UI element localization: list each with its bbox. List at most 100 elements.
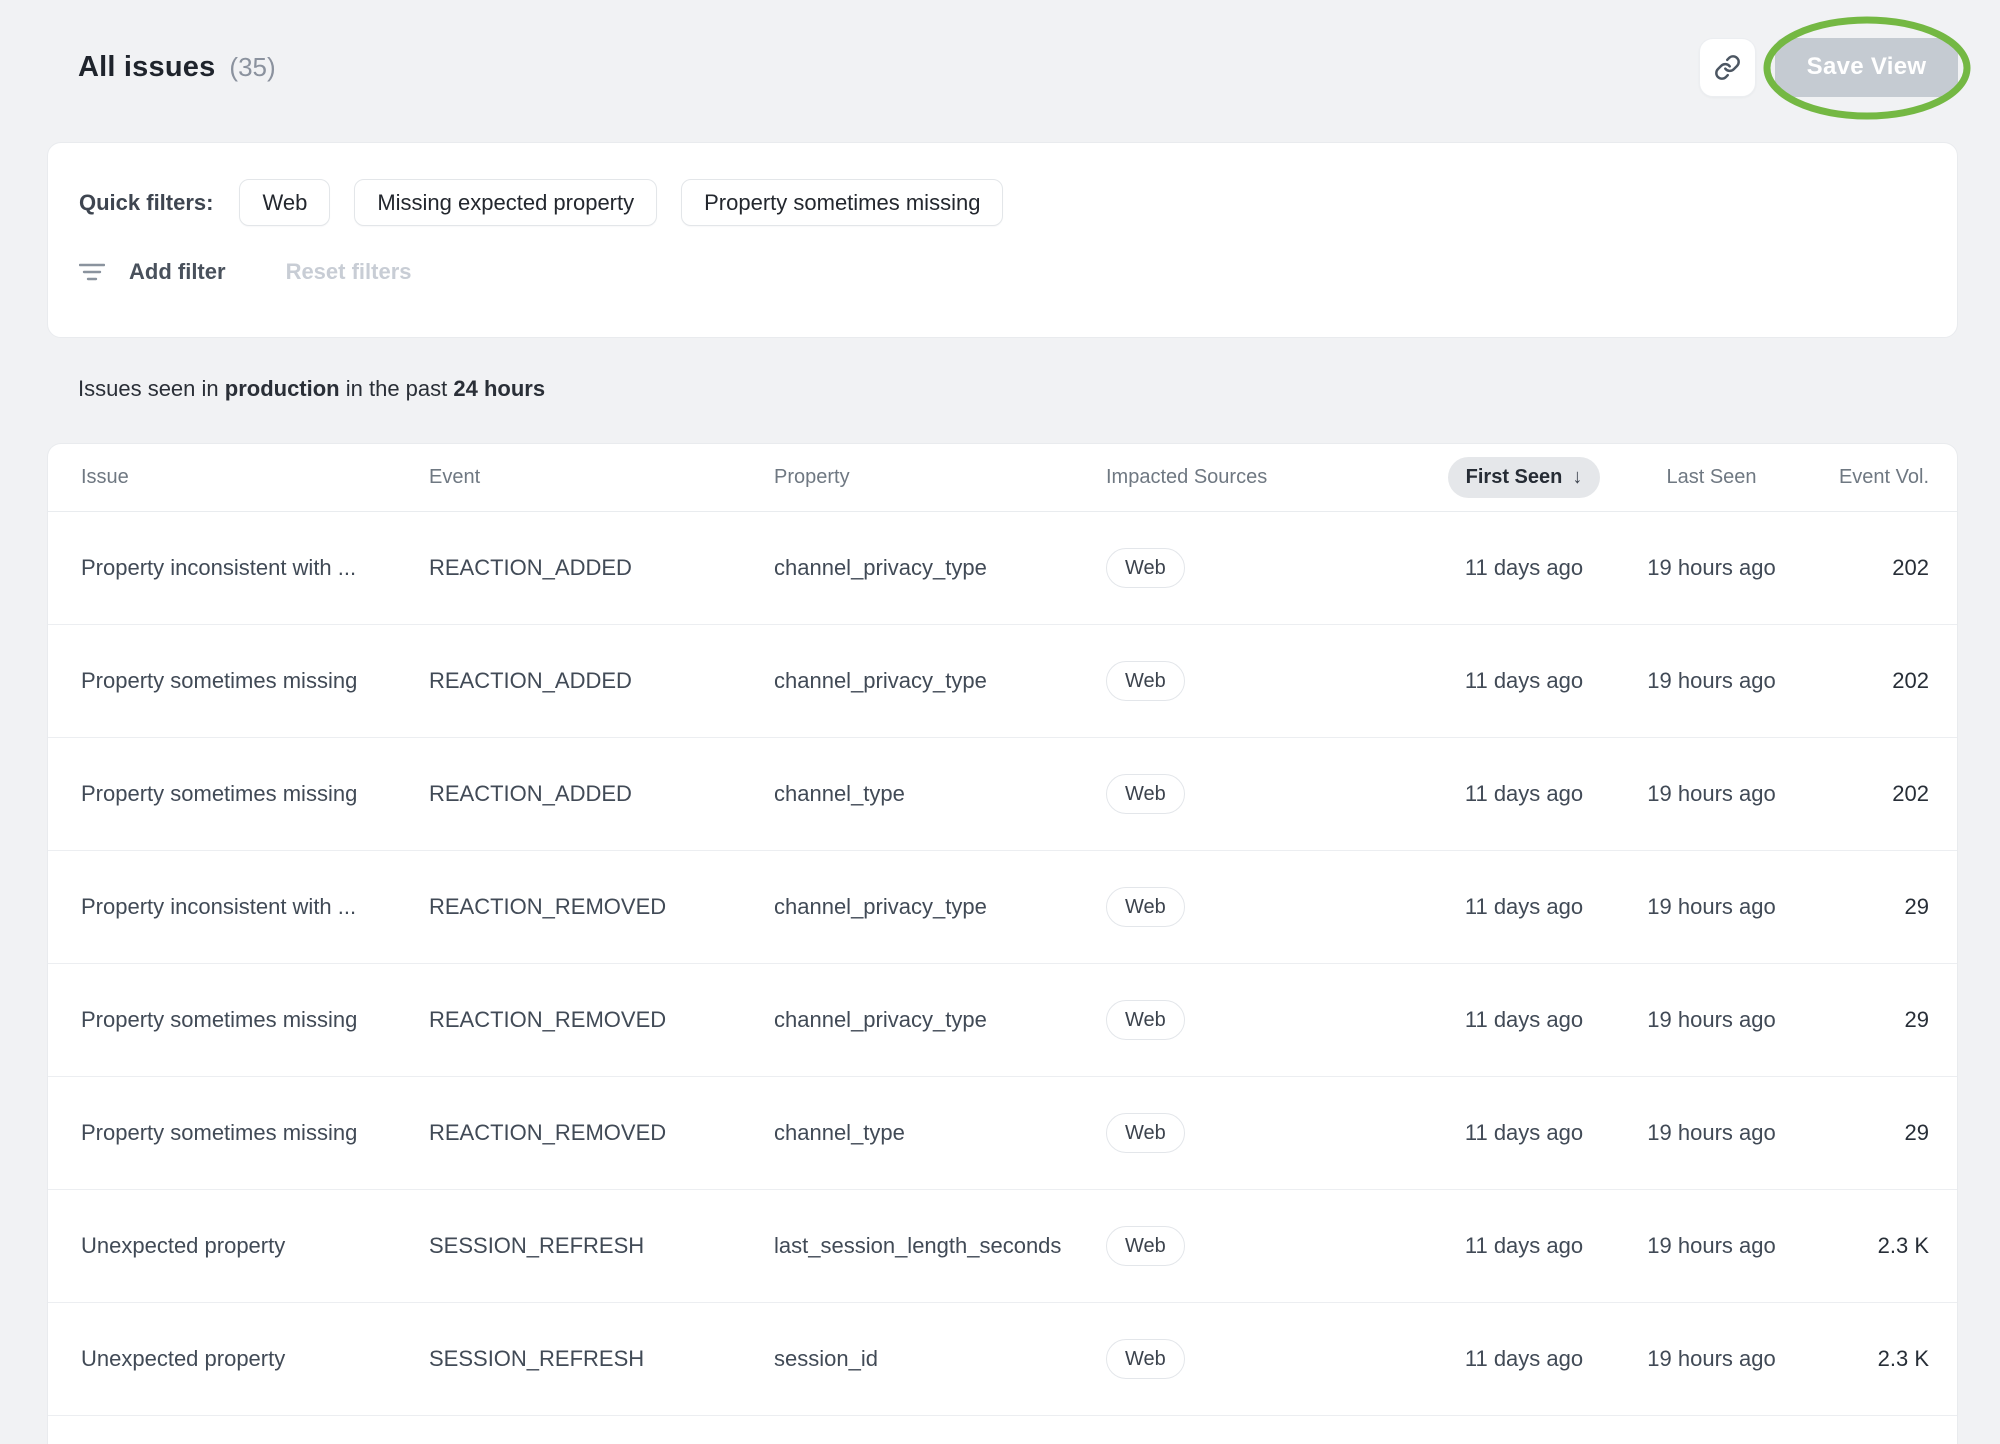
event-vol-cell: 29 — [1814, 894, 1929, 920]
last-seen-cell: 19 hours ago — [1609, 1233, 1814, 1259]
issues-page: All issues (35) Save View Q — [0, 0, 2000, 1444]
issues-summary: Issues seen in production in the past 24… — [78, 376, 1958, 402]
page-title: All issues (35) — [47, 51, 276, 84]
event-vol-cell: 202 — [1814, 555, 1929, 581]
source-badge: Web — [1106, 661, 1185, 701]
event-cell: REACTION_REMOVED — [429, 894, 774, 920]
table-header-row: Issue Event Property Impacted Sources Fi… — [48, 444, 1957, 512]
last-seen-cell: 19 hours ago — [1609, 1007, 1814, 1033]
issue-count-badge: (35) — [229, 52, 275, 83]
quick-filter-chip[interactable]: Missing expected property — [354, 179, 657, 226]
last-seen-cell: 19 hours ago — [1609, 781, 1814, 807]
first-seen-sort-pill[interactable]: First Seen ↓ — [1448, 457, 1601, 498]
event-vol-cell: 29 — [1814, 1007, 1929, 1033]
issue-cell: Property sometimes missing — [81, 668, 429, 694]
event-cell: REACTION_ADDED — [429, 555, 774, 581]
first-seen-cell: 11 days ago — [1439, 1233, 1609, 1259]
col-first-seen[interactable]: First Seen ↓ — [1439, 457, 1609, 498]
impacted-sources-cell: Web — [1106, 661, 1439, 701]
col-property[interactable]: Property — [774, 466, 1106, 489]
table-row[interactable]: Property inconsistent with ... REACTION_… — [48, 851, 1957, 964]
event-vol-cell: 202 — [1814, 668, 1929, 694]
col-event[interactable]: Event — [429, 466, 774, 489]
source-badge: Web — [1106, 1113, 1185, 1153]
issue-cell: Unexpected property — [81, 1346, 429, 1372]
first-seen-cell: 11 days ago — [1439, 1346, 1609, 1372]
quick-filter-chip[interactable]: Web — [239, 179, 330, 226]
property-cell: channel_type — [774, 781, 1106, 807]
event-vol-cell: 29 — [1814, 1120, 1929, 1146]
summary-range: 24 hours — [453, 376, 545, 401]
last-seen-cell: 19 hours ago — [1609, 1346, 1814, 1372]
table-row[interactable]: Property inconsistent with ... REACTION_… — [48, 512, 1957, 625]
issue-cell: Unexpected property — [81, 1233, 429, 1259]
col-event-vol[interactable]: Event Vol. — [1814, 466, 1929, 489]
issue-cell: Property sometimes missing — [81, 1120, 429, 1146]
save-view-button[interactable]: Save View — [1775, 38, 1958, 97]
impacted-sources-cell: Web — [1106, 1113, 1439, 1153]
first-seen-label: First Seen — [1466, 466, 1563, 489]
event-vol-cell: 2.3 K — [1814, 1233, 1929, 1259]
table-row-partial — [48, 1416, 1957, 1444]
sort-desc-arrow-icon: ↓ — [1572, 466, 1582, 489]
quick-filters-row: Quick filters: WebMissing expected prope… — [79, 179, 1926, 226]
issues-table: Issue Event Property Impacted Sources Fi… — [47, 443, 1958, 1444]
first-seen-cell: 11 days ago — [1439, 781, 1609, 807]
table-row[interactable]: Property sometimes missing REACTION_ADDE… — [48, 738, 1957, 851]
event-cell: REACTION_ADDED — [429, 781, 774, 807]
copy-link-button[interactable] — [1699, 38, 1756, 97]
source-badge: Web — [1106, 548, 1185, 588]
reset-filters-button[interactable]: Reset filters — [286, 259, 412, 285]
property-cell: channel_privacy_type — [774, 894, 1106, 920]
first-seen-cell: 11 days ago — [1439, 894, 1609, 920]
first-seen-cell: 11 days ago — [1439, 1007, 1609, 1033]
topbar-actions: Save View — [1699, 38, 1958, 97]
summary-prefix: Issues seen in — [78, 376, 225, 401]
event-vol-cell: 202 — [1814, 781, 1929, 807]
save-view-wrap: Save View — [1775, 38, 1958, 97]
topbar: All issues (35) Save View — [47, 37, 1958, 97]
filter-lines-icon — [79, 260, 105, 284]
add-filter-button[interactable]: Add filter — [79, 259, 226, 285]
table-row[interactable]: Unexpected property SESSION_REFRESH last… — [48, 1190, 1957, 1303]
last-seen-cell: 19 hours ago — [1609, 555, 1814, 581]
property-cell: session_id — [774, 1346, 1106, 1372]
table-row[interactable]: Property sometimes missing REACTION_ADDE… — [48, 625, 1957, 738]
event-cell: REACTION_ADDED — [429, 668, 774, 694]
filter-actions-row: Add filter Reset filters — [79, 259, 1926, 285]
col-last-seen[interactable]: Last Seen — [1609, 466, 1814, 489]
link-icon — [1714, 54, 1741, 81]
source-badge: Web — [1106, 774, 1185, 814]
table-row[interactable]: Property sometimes missing REACTION_REMO… — [48, 1077, 1957, 1190]
impacted-sources-cell: Web — [1106, 548, 1439, 588]
issue-cell: Property sometimes missing — [81, 1007, 429, 1033]
issue-cell: Property inconsistent with ... — [81, 894, 429, 920]
table-row[interactable]: Unexpected property SESSION_REFRESH sess… — [48, 1303, 1957, 1416]
page-title-text: All issues — [78, 51, 215, 84]
event-cell: SESSION_REFRESH — [429, 1346, 774, 1372]
last-seen-cell: 19 hours ago — [1609, 1120, 1814, 1146]
table-row[interactable]: Property sometimes missing REACTION_REMO… — [48, 964, 1957, 1077]
property-cell: channel_type — [774, 1120, 1106, 1146]
impacted-sources-cell: Web — [1106, 774, 1439, 814]
source-badge: Web — [1106, 1226, 1185, 1266]
impacted-sources-cell: Web — [1106, 1226, 1439, 1266]
table-body: Property inconsistent with ... REACTION_… — [48, 512, 1957, 1416]
col-issue[interactable]: Issue — [81, 466, 429, 489]
issue-cell: Property sometimes missing — [81, 781, 429, 807]
event-cell: SESSION_REFRESH — [429, 1233, 774, 1259]
col-impacted-sources[interactable]: Impacted Sources — [1106, 466, 1439, 489]
add-filter-label: Add filter — [129, 259, 226, 285]
property-cell: channel_privacy_type — [774, 1007, 1106, 1033]
impacted-sources-cell: Web — [1106, 1000, 1439, 1040]
property-cell: channel_privacy_type — [774, 555, 1106, 581]
source-badge: Web — [1106, 887, 1185, 927]
property-cell: last_session_length_seconds — [774, 1233, 1106, 1259]
quick-filter-chip[interactable]: Property sometimes missing — [681, 179, 1003, 226]
impacted-sources-cell: Web — [1106, 887, 1439, 927]
source-badge: Web — [1106, 1339, 1185, 1379]
first-seen-cell: 11 days ago — [1439, 668, 1609, 694]
last-seen-cell: 19 hours ago — [1609, 668, 1814, 694]
summary-environment: production — [225, 376, 340, 401]
filters-card: Quick filters: WebMissing expected prope… — [47, 142, 1958, 338]
